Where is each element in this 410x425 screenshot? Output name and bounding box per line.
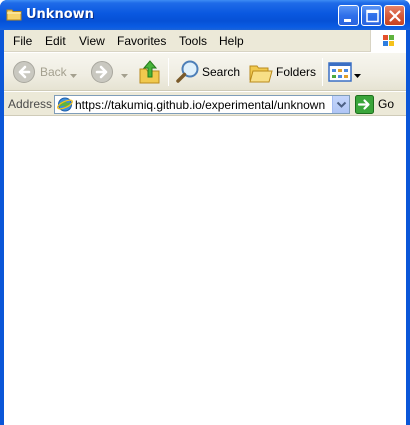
folder-icon — [6, 7, 22, 21]
menu-view[interactable]: View — [79, 34, 105, 48]
toolbar-separator — [322, 58, 323, 86]
address-dropdown-button[interactable] — [332, 96, 349, 113]
address-label: Address — [8, 97, 53, 111]
views-icon[interactable] — [328, 61, 352, 86]
back-arrow-icon[interactable] — [12, 60, 36, 87]
windows-logo-icon — [370, 30, 406, 52]
ie-globe-icon — [57, 96, 73, 116]
menu-favorites[interactable]: Favorites — [117, 34, 166, 48]
standard-toolbar: Back Search Folders — [4, 53, 406, 91]
folders-button-label[interactable]: Folders — [276, 65, 316, 79]
maximize-icon — [366, 9, 379, 23]
maximize-button[interactable] — [361, 5, 382, 26]
address-bar: Address https://takumiq.github.io/experi… — [4, 92, 406, 116]
search-magnifier-icon[interactable] — [175, 59, 201, 88]
back-dropdown-icon[interactable] — [70, 69, 77, 82]
menu-tools[interactable]: Tools — [179, 34, 207, 48]
go-arrow-icon[interactable] — [355, 95, 374, 117]
close-icon — [389, 10, 401, 22]
minimize-button[interactable] — [338, 5, 359, 26]
explorer-window: Unknown File Edit View Favorites Tools H… — [0, 0, 410, 425]
forward-dropdown-icon[interactable] — [121, 69, 128, 82]
menu-file[interactable]: File — [13, 34, 32, 48]
views-dropdown-icon[interactable] — [354, 69, 361, 82]
folders-icon[interactable] — [248, 60, 274, 87]
back-button-label[interactable]: Back — [40, 65, 67, 79]
toolbar-separator — [168, 58, 169, 86]
up-folder-icon[interactable] — [138, 59, 162, 88]
folder-content-area[interactable] — [4, 117, 406, 425]
minimize-icon — [344, 19, 351, 22]
search-button-label[interactable]: Search — [202, 65, 240, 79]
title-bar[interactable]: Unknown — [0, 0, 410, 30]
window-title: Unknown — [26, 7, 94, 22]
window-client: File Edit View Favorites Tools Help Back… — [4, 30, 406, 425]
menu-edit[interactable]: Edit — [45, 34, 66, 48]
menu-help[interactable]: Help — [219, 34, 244, 48]
address-value[interactable]: https://takumiq.github.io/experimental/u… — [75, 98, 325, 112]
address-input[interactable]: https://takumiq.github.io/experimental/u… — [54, 95, 350, 114]
menu-bar: File Edit View Favorites Tools Help — [4, 30, 406, 52]
close-button[interactable] — [384, 5, 405, 26]
chevron-down-icon — [336, 101, 347, 108]
forward-arrow-icon[interactable] — [90, 60, 114, 87]
go-button-label[interactable]: Go — [378, 97, 394, 111]
